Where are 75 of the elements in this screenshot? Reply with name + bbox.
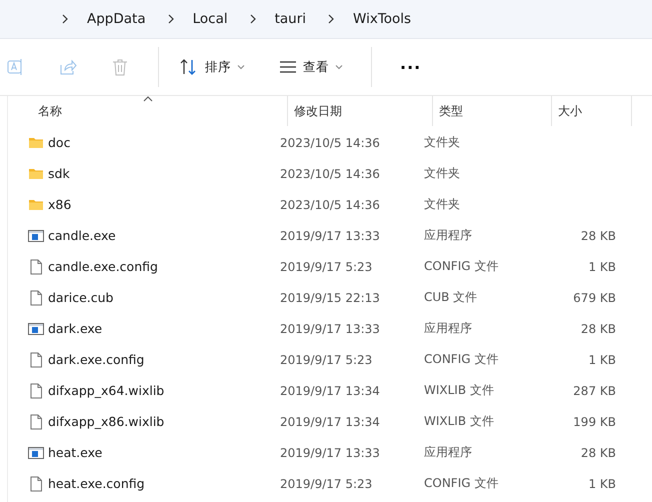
file-icon bbox=[28, 476, 44, 492]
size-cell-text: 287 KB bbox=[572, 384, 616, 398]
column-header[interactable]: 名称 bbox=[8, 96, 288, 126]
column-header[interactable]: 类型 bbox=[433, 96, 552, 126]
date-cell-text: 2019/9/17 5:23 bbox=[280, 260, 374, 274]
caret-icon bbox=[237, 63, 245, 71]
date-cell-text: 2019/9/17 13:33 bbox=[280, 228, 381, 242]
file-icon bbox=[28, 352, 44, 368]
column-header[interactable]: 大小 bbox=[552, 96, 632, 126]
type-cell-text: CONFIG 文件 bbox=[424, 258, 500, 275]
date-cell-text: 2019/9/17 5:23 bbox=[280, 352, 374, 366]
file-name[interactable]: darice.cub bbox=[48, 290, 114, 305]
file-name[interactable]: difxapp_x86.wixlib bbox=[48, 414, 164, 429]
size-cell-text: 199 KB bbox=[572, 414, 616, 428]
caret-icon bbox=[335, 63, 343, 71]
file-icon bbox=[28, 258, 44, 274]
size-cell-text: 1 KB bbox=[587, 352, 616, 366]
size-cell-text: 28 KB bbox=[580, 322, 616, 336]
date-cell-text: 2019/9/17 13:34 bbox=[280, 414, 381, 428]
size-cell-text: 1 KB bbox=[587, 476, 616, 490]
list-icon bbox=[279, 60, 297, 74]
view-button[interactable]: 查看 bbox=[273, 52, 349, 82]
type-cell-text: CUB 文件 bbox=[424, 289, 478, 306]
file-name[interactable]: dark.exe.config bbox=[48, 352, 144, 367]
application-icon bbox=[28, 320, 44, 336]
type-cell-text: 文件夹 bbox=[424, 165, 461, 182]
chevron-icon bbox=[326, 14, 336, 24]
file-name[interactable]: dark.exe bbox=[48, 321, 102, 336]
file-name[interactable]: doc bbox=[48, 135, 70, 150]
date-cell-text: 2023/10/5 14:36 bbox=[280, 198, 381, 212]
application-icon bbox=[28, 444, 44, 460]
share-icon[interactable] bbox=[58, 57, 78, 77]
type-cell-text: WIXLIB 文件 bbox=[424, 413, 495, 430]
size-cell-text: 679 KB bbox=[572, 290, 616, 304]
application-icon bbox=[28, 228, 44, 244]
file-name[interactable]: heat.exe bbox=[48, 445, 102, 460]
file-icon bbox=[28, 414, 44, 430]
date-cell-text: 2023/10/5 14:36 bbox=[280, 136, 381, 150]
type-cell-text: 文件夹 bbox=[424, 196, 461, 213]
date-cell-text: 2023/10/5 14:36 bbox=[280, 166, 381, 180]
sort-caret-icon bbox=[142, 96, 152, 102]
size-cell-text: 28 KB bbox=[580, 446, 616, 460]
type-cell-text: CONFIG 文件 bbox=[424, 351, 500, 368]
size-cell-text: 28 KB bbox=[580, 228, 616, 242]
size-cell-text: 1 KB bbox=[587, 260, 616, 274]
file-name[interactable]: candle.exe bbox=[48, 228, 116, 243]
file-name[interactable]: heat.exe.config bbox=[48, 476, 145, 491]
date-cell-text: 2019/9/17 13:34 bbox=[280, 384, 381, 398]
chevron-icon bbox=[248, 14, 258, 24]
file-name[interactable]: x86 bbox=[48, 197, 72, 212]
breadcrumb-item[interactable]: WixTools bbox=[353, 11, 412, 27]
column-header[interactable]: 修改日期 bbox=[288, 96, 433, 126]
chevron-icon bbox=[60, 14, 70, 24]
breadcrumb-item[interactable]: AppData bbox=[87, 11, 146, 27]
breadcrumb-item[interactable]: Local bbox=[192, 11, 228, 27]
chevron-icon bbox=[166, 14, 176, 24]
delete-icon[interactable] bbox=[110, 57, 130, 77]
type-cell-text: CONFIG 文件 bbox=[424, 475, 500, 492]
date-cell-text: 2019/9/17 13:33 bbox=[280, 322, 381, 336]
file-name[interactable]: sdk bbox=[48, 166, 70, 181]
type-cell-text: 应用程序 bbox=[424, 320, 473, 337]
file-name[interactable]: difxapp_x64.wixlib bbox=[48, 383, 164, 398]
date-cell-text: 2019/9/15 22:13 bbox=[280, 290, 381, 304]
type-cell-text: 应用程序 bbox=[424, 444, 473, 461]
type-cell-text: 文件夹 bbox=[424, 134, 461, 151]
breadcrumb-item[interactable]: tauri bbox=[274, 11, 306, 27]
date-cell-text: 2019/9/17 5:23 bbox=[280, 476, 374, 490]
date-cell-text: 2019/9/17 13:33 bbox=[280, 446, 381, 460]
file-icon bbox=[28, 382, 44, 398]
more-button[interactable]: ··· bbox=[394, 58, 428, 76]
file-name[interactable]: candle.exe.config bbox=[48, 259, 158, 274]
file-icon bbox=[28, 290, 44, 306]
type-cell-text: 应用程序 bbox=[424, 227, 473, 244]
type-cell-text: WIXLIB 文件 bbox=[424, 382, 495, 399]
sort-button[interactable]: 排序 bbox=[173, 52, 251, 82]
